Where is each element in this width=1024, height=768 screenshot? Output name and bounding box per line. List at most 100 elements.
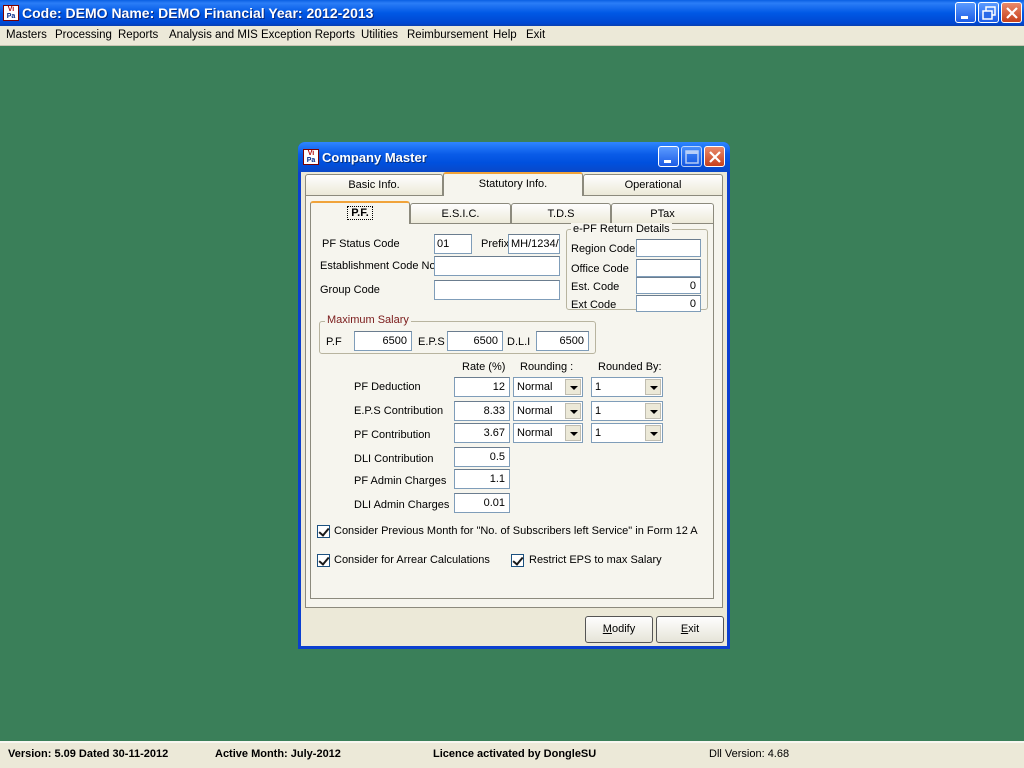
status-licence: Licence activated by DongleSU	[433, 748, 597, 760]
main-titlebar: Vi Pa Code: DEMO Name: DEMO Financial Yea…	[0, 0, 1024, 26]
rate-header: Rate (%)	[462, 361, 506, 373]
exit-button[interactable]: Exit	[656, 616, 724, 643]
maximize-icon	[685, 150, 699, 164]
tab-basic-info[interactable]: Basic Info.	[305, 174, 443, 195]
rate-row-label: PF Deduction	[354, 381, 421, 393]
dialog-body: Basic Info. Statutory Info. Operational …	[301, 172, 727, 646]
company-master-dialog: Vi Pa Company Master Basic Info. Statutor…	[298, 142, 730, 649]
rounding-header: Rounding :	[520, 361, 574, 373]
dialog-minimize-button[interactable]	[658, 146, 679, 167]
menu-processing[interactable]: Processing	[55, 29, 112, 41]
establishment-code-input[interactable]	[434, 256, 560, 276]
dialog-title: Company Master	[322, 150, 427, 165]
region-code-input[interactable]	[636, 239, 701, 257]
prefix-input[interactable]: MH/1234/	[508, 234, 560, 254]
tab-statutory-info[interactable]: Statutory Info.	[443, 172, 583, 196]
max-dli-input[interactable]: 6500	[536, 331, 589, 351]
status-version: Version: 5.09 Dated 30-11-2012	[8, 748, 169, 760]
statutory-panel: P.F. E.S.I.C. T.D.S PTax PF Status Code …	[305, 195, 723, 608]
menu-reports[interactable]: Reports	[118, 29, 158, 41]
restore-icon	[982, 6, 996, 20]
prev-month-checkbox[interactable]	[317, 525, 330, 538]
arrear-label: Consider for Arrear Calculations	[334, 554, 490, 566]
establishment-code-label: Establishment Code No	[320, 260, 436, 272]
ext-code-label: Ext Code	[571, 299, 617, 311]
dialog-close-button[interactable]	[704, 146, 725, 167]
pf-admin-charges-rate-input[interactable]: 1.1	[454, 469, 510, 489]
group-code-input[interactable]	[434, 280, 560, 300]
dialog-maximize-button	[681, 146, 702, 167]
status-active-month: Active Month: July-2012	[215, 748, 341, 760]
chevron-down-icon	[565, 403, 581, 419]
office-code-label: Office Code	[571, 263, 629, 275]
pf-deduction-rounded-by-select[interactable]: 1	[591, 377, 663, 397]
rate-row-label: DLI Contribution	[354, 453, 434, 465]
rate-row-label: DLI Admin Charges	[354, 499, 450, 511]
restrict-eps-checkbox[interactable]	[511, 554, 524, 567]
restrict-eps-label: Restrict EPS to max Salary	[529, 554, 662, 566]
menu-reimbursement[interactable]: Reimbursement	[407, 29, 488, 41]
modify-button[interactable]: Modify	[585, 616, 653, 643]
pf-deduction-rounding-select[interactable]: Normal	[513, 377, 583, 397]
eps-contribution-rounded-by-select[interactable]: 1	[591, 401, 663, 421]
rate-row-label: PF Admin Charges	[354, 475, 447, 487]
rounded-by-header: Rounded By:	[598, 361, 662, 373]
pf-panel: PF Status Code 01 Prefix MH/1234/ Establ…	[310, 223, 714, 599]
rate-row-label: PF Contribution	[354, 429, 431, 441]
app-logo-icon: Vi Pa	[3, 5, 19, 21]
pf-status-code-label: PF Status Code	[322, 238, 400, 250]
status-dll-version: Dll Version: 4.68	[709, 748, 790, 760]
dli-contribution-rate-input[interactable]: 0.5	[454, 447, 510, 467]
dialog-titlebar: Vi Pa Company Master	[298, 142, 730, 172]
menu-analysis-mis[interactable]: Analysis and MIS	[169, 29, 258, 41]
menu-exception-reports[interactable]: Exception Reports	[261, 29, 355, 41]
region-code-label: Region Code	[571, 243, 636, 255]
chevron-down-icon	[565, 425, 581, 441]
prefix-label: Prefix	[481, 238, 510, 250]
chevron-down-icon	[645, 425, 661, 441]
tab-operational[interactable]: Operational	[583, 174, 723, 195]
subtab-ptax[interactable]: PTax	[611, 203, 714, 224]
menu-masters[interactable]: Masters	[6, 29, 47, 41]
max-pf-label: P.F	[326, 336, 342, 348]
dialog-logo-icon: Vi Pa	[303, 149, 319, 165]
ext-code-input[interactable]: 0	[636, 295, 701, 312]
menu-bar: Masters Processing Reports Analysis and …	[0, 26, 1024, 46]
max-pf-input[interactable]: 6500	[354, 331, 412, 351]
max-eps-label: E.P.S	[418, 336, 445, 348]
pf-status-code-input[interactable]: 01	[434, 234, 472, 254]
arrear-checkbox[interactable]	[317, 554, 330, 567]
minimize-button[interactable]	[955, 2, 976, 23]
pf-deduction-rate-input[interactable]: 12	[454, 377, 510, 397]
subtab-esic[interactable]: E.S.I.C.	[410, 203, 511, 224]
menu-exit[interactable]: Exit	[526, 29, 545, 41]
est-code-label: Est. Code	[571, 281, 620, 293]
rate-row-label: E.P.S Contribution	[354, 405, 444, 417]
close-button[interactable]	[1001, 2, 1022, 23]
epf-return-legend: e-PF Return Details	[571, 223, 672, 235]
menu-help[interactable]: Help	[493, 29, 517, 41]
max-eps-input[interactable]: 6500	[447, 331, 503, 351]
chevron-down-icon	[645, 379, 661, 395]
restore-button[interactable]	[978, 2, 999, 23]
max-salary-legend: Maximum Salary	[325, 314, 411, 326]
pf-contribution-rounding-select[interactable]: Normal	[513, 423, 583, 443]
menu-utilities[interactable]: Utilities	[361, 29, 398, 41]
max-dli-label: D.L.I	[507, 336, 531, 348]
close-icon	[709, 151, 721, 163]
dli-admin-charges-rate-input[interactable]: 0.01	[454, 493, 510, 513]
office-code-input[interactable]	[636, 259, 701, 277]
eps-contribution-rate-input[interactable]: 8.33	[454, 401, 510, 421]
prev-month-label: Consider Previous Month for "No. of Subs…	[334, 525, 698, 537]
eps-contribution-rounding-select[interactable]: Normal	[513, 401, 583, 421]
group-code-label: Group Code	[320, 284, 380, 296]
est-code-input[interactable]: 0	[636, 277, 701, 294]
window-title: Code: DEMO Name: DEMO Financial Year: 20…	[22, 5, 374, 21]
minimize-icon	[664, 160, 671, 163]
minimize-icon	[961, 16, 968, 19]
subtab-pf[interactable]: P.F.	[310, 201, 410, 224]
subtab-tds[interactable]: T.D.S	[511, 203, 611, 224]
pf-contribution-rate-input[interactable]: 3.67	[454, 423, 510, 443]
chevron-down-icon	[645, 403, 661, 419]
pf-contribution-rounded-by-select[interactable]: 1	[591, 423, 663, 443]
